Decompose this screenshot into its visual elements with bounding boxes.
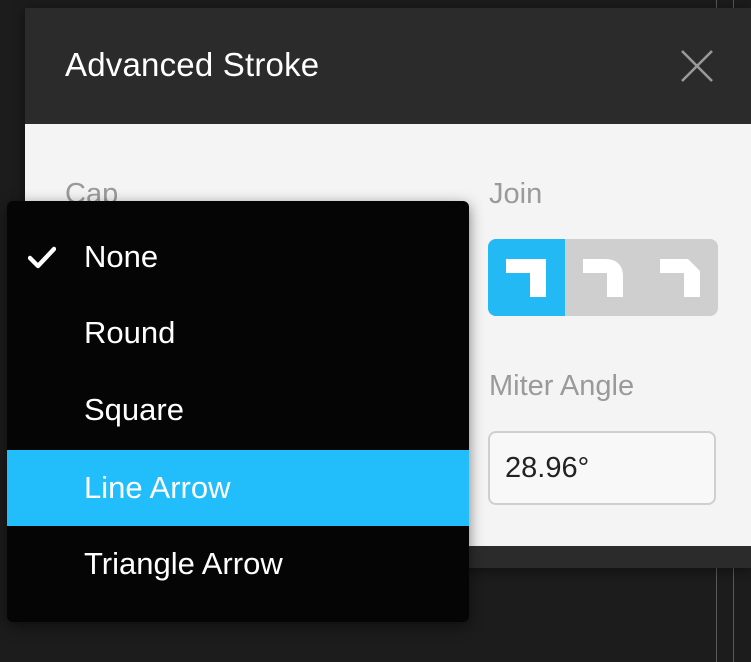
dialog-header: Advanced Stroke: [25, 8, 751, 124]
miter-angle-label: Miter Angle: [489, 370, 635, 402]
round-join-icon: [583, 258, 623, 297]
join-label: Join: [489, 178, 543, 210]
join-option-round[interactable]: [565, 239, 642, 316]
miter-join-icon: [506, 258, 547, 297]
dialog-title: Advanced Stroke: [65, 46, 320, 83]
cap-option-label: Square: [84, 392, 184, 427]
cap-dropdown-menu: None Round Square Line Arrow Triangle Ar…: [7, 201, 469, 622]
join-option-bevel[interactable]: [641, 239, 718, 316]
miter-angle-input[interactable]: [488, 431, 716, 505]
cap-option-line-arrow[interactable]: Line Arrow: [7, 450, 469, 526]
cap-option-label: None: [84, 239, 159, 274]
cap-option-triangle-arrow[interactable]: Triangle Arrow: [7, 526, 469, 602]
cap-option-none[interactable]: None: [7, 219, 469, 295]
cap-option-label: Line Arrow: [84, 470, 231, 505]
join-option-miter[interactable]: [488, 239, 565, 316]
checkmark-icon: [28, 246, 56, 269]
cap-option-label: Round: [84, 315, 176, 350]
cap-option-label: Triangle Arrow: [84, 546, 283, 581]
join-segmented-control: [488, 239, 718, 316]
close-icon: [681, 50, 713, 82]
close-button[interactable]: [677, 46, 717, 86]
cap-option-square[interactable]: Square: [7, 372, 469, 448]
bevel-join-icon: [659, 258, 700, 297]
cap-option-round[interactable]: Round: [7, 295, 469, 371]
